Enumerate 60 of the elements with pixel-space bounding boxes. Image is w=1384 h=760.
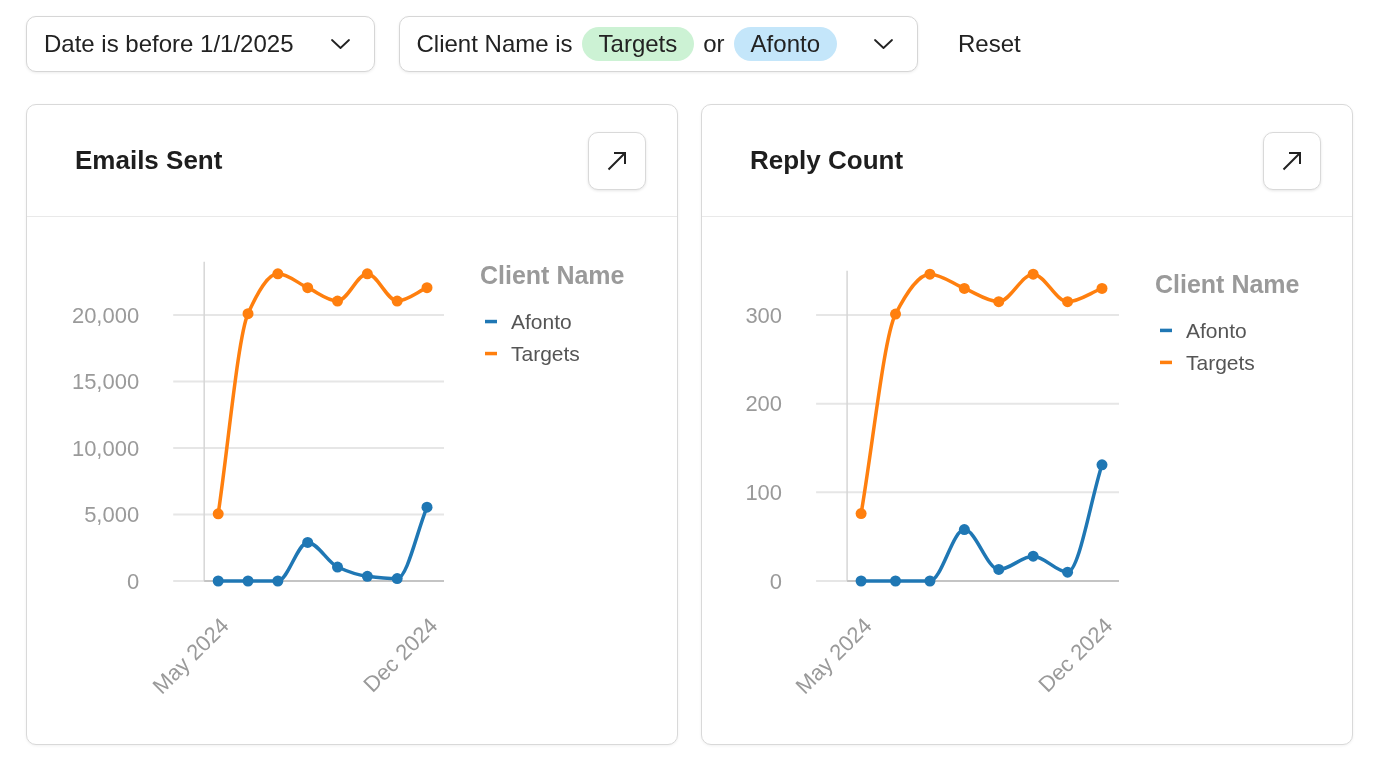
data-point — [361, 268, 373, 280]
data-point — [958, 282, 970, 294]
data-point — [1062, 566, 1074, 578]
filter-dropdown[interactable]: Date is before 1/1/2025 — [26, 16, 375, 72]
arrow-icon — [607, 150, 627, 171]
data-point — [958, 524, 970, 536]
chevron-down-icon — [330, 39, 350, 49]
data-point — [361, 570, 373, 582]
data-point — [391, 295, 403, 307]
expand-button[interactable] — [588, 131, 646, 190]
arrow-icon — [1282, 150, 1302, 171]
data-point — [332, 561, 343, 573]
data-point — [272, 575, 284, 587]
data-point — [1096, 459, 1108, 471]
data-point — [1027, 268, 1039, 280]
legend-label: Targets — [1186, 351, 1255, 375]
y-tick-label: 5,000 — [84, 502, 140, 527]
data-point — [1027, 550, 1039, 562]
data-point — [272, 268, 284, 280]
y-tick-label: 100 — [745, 479, 783, 505]
y-tick-label: 15,000 — [71, 369, 140, 394]
y-tick-label: 0 — [769, 568, 783, 594]
card-title: Reply Count — [750, 145, 904, 176]
legend-label: Afonto — [1186, 319, 1247, 343]
data-point — [242, 575, 254, 587]
data-point — [242, 308, 254, 320]
y-tick-label: 300 — [745, 302, 783, 328]
filter-value-tag: Targets — [581, 27, 695, 61]
legend-title: Client Name — [480, 260, 625, 289]
legend-label: Afonto — [511, 310, 572, 334]
data-point — [332, 295, 343, 307]
data-point — [391, 573, 403, 585]
y-tick-label: 10,000 — [71, 435, 140, 461]
data-point — [1062, 296, 1074, 308]
data-point — [890, 575, 901, 587]
data-point — [302, 536, 314, 548]
data-point — [924, 575, 936, 587]
data-point — [421, 501, 433, 513]
chevron-down-icon — [874, 39, 893, 49]
card-title: Emails Sent — [75, 145, 223, 176]
data-point — [212, 508, 224, 520]
data-point — [993, 563, 1005, 575]
expand-button[interactable] — [1263, 131, 1321, 190]
y-tick-label: 20,000 — [71, 302, 140, 328]
data-point — [212, 575, 224, 587]
data-point — [890, 308, 901, 320]
data-point — [924, 268, 936, 280]
data-point — [855, 575, 867, 587]
legend-title: Client Name — [1155, 269, 1300, 298]
filter-value-tag: Afonto — [733, 27, 837, 61]
data-point — [1096, 282, 1108, 294]
filter-dropdown[interactable]: Client Name is Targets or Afonto — [398, 16, 918, 72]
y-tick-label: 0 — [126, 568, 140, 594]
data-point — [421, 282, 433, 294]
y-tick-label: 200 — [745, 391, 783, 417]
data-point — [302, 282, 314, 294]
data-point — [993, 296, 1005, 308]
legend-label: Targets — [511, 342, 580, 366]
data-point — [855, 508, 867, 520]
reset-button[interactable]: Reset — [942, 20, 1037, 68]
